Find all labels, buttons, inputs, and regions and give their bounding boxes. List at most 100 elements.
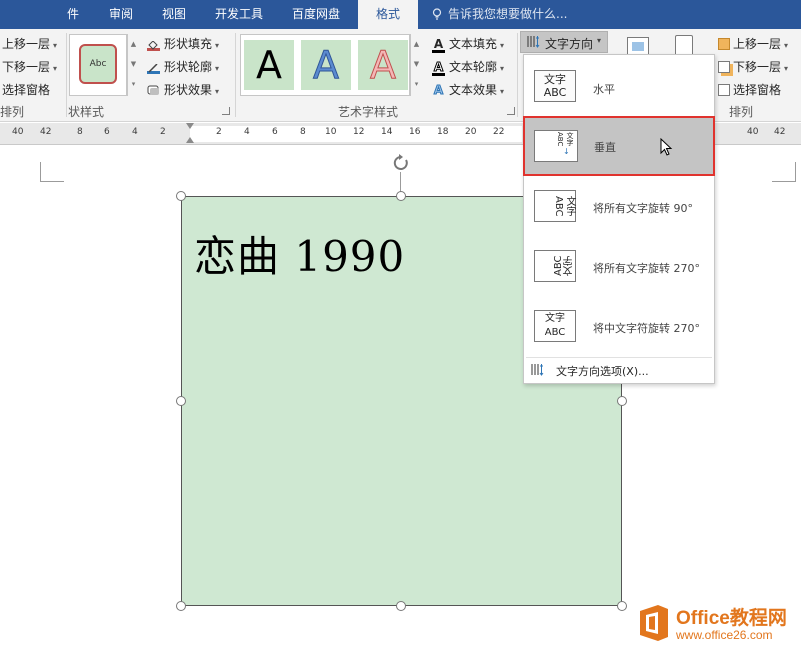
text-direction-icon <box>527 36 540 48</box>
icon-text-zh: 文字 <box>566 132 574 146</box>
text-outline-label: 文本轮廓 <box>449 60 498 74</box>
scroll-up-icon[interactable]: ▲ <box>128 34 139 54</box>
bring-forward-icon <box>718 38 730 50</box>
margin-corner-marker <box>40 162 64 182</box>
shape-style-preview[interactable]: Abc <box>79 44 117 84</box>
ruler-tick: 20 <box>465 127 477 137</box>
horizontal-text-icon: 文字 ABC <box>534 70 576 102</box>
icon-text-zh: 文字 <box>564 196 575 216</box>
tab-format[interactable]: 格式 <box>358 0 418 29</box>
resize-handle-right[interactable] <box>617 396 627 406</box>
selection-pane-button[interactable]: 选择窗格 <box>2 81 50 98</box>
shape-fill-button[interactable]: 形状填充 ▾ <box>147 35 219 52</box>
ruler-tick: 2 <box>216 127 222 137</box>
menu-item-label: 水平 <box>593 83 615 96</box>
tab-developer[interactable]: 开发工具 <box>215 0 263 29</box>
chevron-down-icon: ▾ <box>500 41 505 50</box>
tab-file[interactable]: 件 <box>67 0 79 29</box>
bring-forward-right-button[interactable]: 上移一层 ▾ <box>718 35 788 52</box>
resize-handle-bottom-right[interactable] <box>617 601 627 611</box>
gallery-more-icon[interactable]: ▾ <box>411 74 422 94</box>
group-label-wordart-styles: 艺术字样式 <box>338 105 399 119</box>
shape-text[interactable]: 恋曲 1990 <box>194 223 405 284</box>
send-backward-icon <box>718 61 730 73</box>
selection-pane-icon <box>718 84 730 96</box>
first-line-indent-marker[interactable] <box>186 123 194 129</box>
tab-baidu-netdisk[interactable]: 百度网盘 <box>292 0 340 29</box>
office-logo-icon <box>640 605 668 641</box>
dialog-launcher-icon[interactable] <box>507 107 515 115</box>
text-direction-icon <box>531 364 544 376</box>
hanging-indent-marker[interactable] <box>186 137 194 143</box>
ruler-tick: 42 <box>774 127 786 137</box>
menu-item-label: 将所有文字旋转 90° <box>593 202 693 215</box>
text-outline-button[interactable]: A 文本轮廓 ▾ <box>432 58 504 76</box>
resize-handle-bottom[interactable] <box>396 601 406 611</box>
send-backward-right-button[interactable]: 下移一层 ▾ <box>718 58 788 75</box>
watermark-brand: Office教程网 <box>676 608 787 629</box>
arrow-down-icon: ↓ <box>563 147 570 156</box>
paint-bucket-icon <box>147 39 160 51</box>
scroll-up-icon[interactable]: ▲ <box>411 34 422 54</box>
resize-handle-top[interactable] <box>396 191 406 201</box>
dialog-launcher-icon[interactable] <box>222 107 230 115</box>
text-fill-button[interactable]: A 文本填充 ▾ <box>432 35 504 53</box>
group-separator <box>66 33 67 117</box>
text-fill-icon: A <box>432 37 445 53</box>
wordart-sample-pink[interactable]: A <box>358 40 408 90</box>
group-separator <box>517 33 518 117</box>
menu-item-vertical[interactable]: 文字 ABC ↓ 垂直 <box>523 116 715 176</box>
resize-handle-bottom-left[interactable] <box>176 601 186 611</box>
rotate-handle-icon[interactable] <box>390 152 412 174</box>
shape-style-gallery[interactable]: Abc <box>69 34 127 96</box>
text-effects-icon: A <box>433 83 444 98</box>
bring-forward-label: 上移一层 <box>2 37 51 51</box>
ruler-tick: 8 <box>300 127 306 137</box>
resize-handle-top-left[interactable] <box>176 191 186 201</box>
ruler-tick: 6 <box>104 127 110 137</box>
chevron-down-icon: ▾ <box>53 64 58 73</box>
shape-outline-button[interactable]: 形状轮廓 ▾ <box>147 58 219 75</box>
send-backward-button[interactable]: 下移一层 ▾ <box>2 58 57 75</box>
resize-handle-left[interactable] <box>176 396 186 406</box>
rotate-270-text-icon: 文字 ABC <box>534 250 576 282</box>
gallery-more-icon[interactable]: ▾ <box>128 74 139 94</box>
wordart-sample-blue[interactable]: A <box>301 40 351 90</box>
chevron-down-icon: ▾ <box>215 41 220 50</box>
menu-item-horizontal[interactable]: 文字 ABC 水平 <box>524 59 714 117</box>
shape-effects-button[interactable]: 形状效果 ▾ <box>147 81 219 98</box>
chevron-down-icon: ▾ <box>597 36 602 45</box>
menu-item-text-direction-options[interactable]: 文字方向选项(X)... <box>524 360 714 382</box>
wordart-sample-black[interactable]: A <box>244 40 294 90</box>
pencil-icon <box>147 62 160 74</box>
rotate-90-text-icon: 文字 ABC <box>534 190 576 222</box>
selection-pane-right-button[interactable]: 选择窗格 <box>718 81 781 98</box>
ruler-tick: 16 <box>409 127 421 137</box>
menu-item-rotate-270[interactable]: 文字 ABC 将所有文字旋转 270° <box>524 237 714 295</box>
wordart-gallery-scroll[interactable]: ▲ ▼ ▾ <box>410 34 422 96</box>
scroll-down-icon[interactable]: ▼ <box>411 54 422 74</box>
scroll-down-icon[interactable]: ▼ <box>128 54 139 74</box>
text-effects-button[interactable]: A 文本效果 ▾ <box>432 81 504 98</box>
bring-forward-button[interactable]: 上移一层 ▾ <box>2 35 57 52</box>
ruler-tick: 14 <box>381 127 393 137</box>
chevron-down-icon: ▾ <box>215 87 220 96</box>
text-direction-menu: 文字 ABC 水平 文字 ABC ↓ 垂直 文字 ABC 将所有文字旋转 90°… <box>523 54 715 384</box>
chevron-down-icon: ▾ <box>500 87 505 96</box>
wordart-gallery[interactable]: A A A <box>240 34 410 96</box>
text-fill-label: 文本填充 <box>449 37 498 51</box>
menu-item-rotate-cjk-270[interactable]: 文字 ABC 将中文字符旋转 270° <box>524 297 714 355</box>
office26-watermark: Office教程网 www.office26.com <box>636 601 801 651</box>
ruler-tick: 12 <box>353 127 365 137</box>
tab-review[interactable]: 审阅 <box>109 0 133 29</box>
text-direction-button[interactable]: 文字方向 ▾ <box>520 31 608 53</box>
icon-text-zh: 文字 <box>545 313 565 324</box>
chevron-down-icon: ▾ <box>784 41 789 50</box>
send-backward-label: 下移一层 <box>2 60 51 74</box>
tell-me-search[interactable]: 告诉我您想要做什么... <box>432 0 567 29</box>
bring-forward-right-label: 上移一层 <box>733 37 782 51</box>
menu-item-rotate-90[interactable]: 文字 ABC 将所有文字旋转 90° <box>524 177 714 235</box>
tab-view[interactable]: 视图 <box>162 0 186 29</box>
rotate-cjk-270-text-icon: 文字 ABC <box>534 310 576 342</box>
shape-gallery-scroll[interactable]: ▲ ▼ ▾ <box>127 34 139 96</box>
